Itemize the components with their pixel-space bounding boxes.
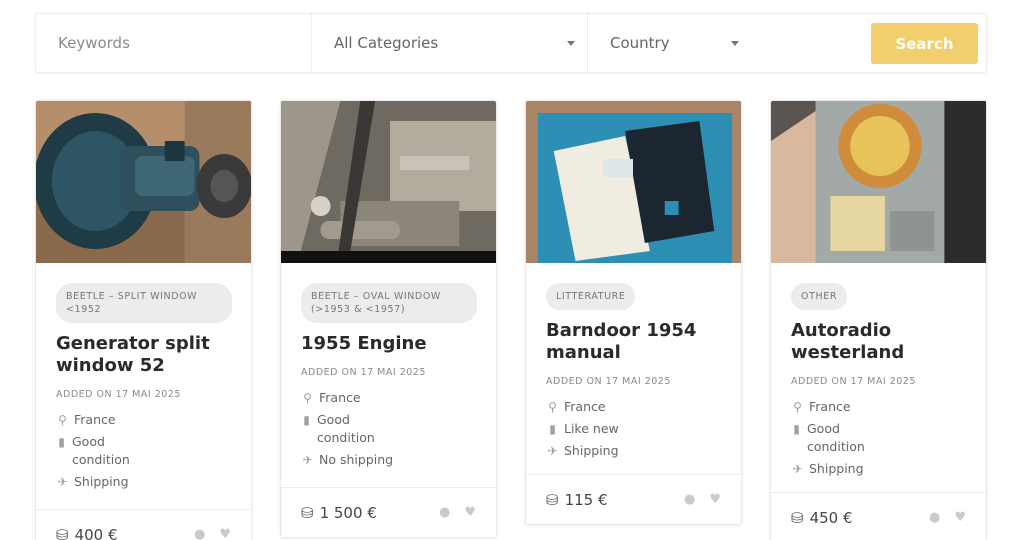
listing-title[interactable]: Autoradio westerland bbox=[791, 320, 966, 364]
plane-icon: ✈ bbox=[57, 475, 68, 489]
chevron-down-icon bbox=[567, 41, 575, 46]
comment-icon[interactable]: ● bbox=[194, 527, 205, 540]
listing-image[interactable] bbox=[281, 101, 496, 263]
listing-card[interactable]: BEETLE – OVAL WINDOW (>1953 & <1957) 195… bbox=[280, 100, 497, 538]
plane-icon: ✈ bbox=[547, 444, 558, 458]
added-date: ADDED ON 17 MAI 2025 bbox=[791, 376, 916, 387]
bookmark-icon: ▮ bbox=[549, 422, 556, 436]
price: ⛁ 400 € bbox=[56, 526, 118, 540]
price: ⛁ 115 € bbox=[546, 491, 608, 509]
condition-label: Good condition bbox=[806, 421, 865, 454]
bookmark-icon: ▮ bbox=[303, 413, 310, 427]
location: ⚲ France bbox=[791, 398, 891, 416]
listing-image[interactable] bbox=[771, 101, 986, 263]
search-location-icon: ⚲ bbox=[548, 400, 557, 414]
price-value: 400 € bbox=[74, 525, 118, 540]
shipping: ✈ Shipping bbox=[546, 442, 721, 460]
listing-image[interactable] bbox=[36, 101, 251, 263]
category-badge[interactable]: BEETLE – SPLIT WINDOW <1952 bbox=[56, 283, 232, 323]
listing-card[interactable]: LITTERATURE Barndoor 1954 manual ADDED O… bbox=[525, 100, 742, 525]
condition: ▮ Like new bbox=[546, 420, 642, 438]
location: ⚲ France bbox=[546, 398, 646, 416]
keywords-field[interactable] bbox=[36, 14, 312, 72]
location: ⚲ France bbox=[301, 389, 401, 407]
condition: ▮ Good condition bbox=[301, 411, 397, 447]
category-badge[interactable]: OTHER bbox=[791, 283, 848, 310]
shipping-label: Shipping bbox=[74, 474, 129, 489]
heart-icon[interactable]: ♥ bbox=[464, 505, 476, 520]
condition-label: Good condition bbox=[71, 434, 130, 467]
coins-icon: ⛁ bbox=[546, 490, 559, 509]
bookmark-icon: ▮ bbox=[58, 435, 65, 449]
coins-icon: ⛁ bbox=[791, 508, 804, 527]
location: ⚲ France bbox=[56, 411, 156, 429]
added-date: ADDED ON 17 MAI 2025 bbox=[56, 389, 181, 400]
heart-icon[interactable]: ♥ bbox=[219, 527, 231, 540]
shipping: ✈ No shipping bbox=[301, 451, 401, 469]
category-badge[interactable]: BEETLE – OVAL WINDOW (>1953 & <1957) bbox=[301, 283, 477, 323]
country-select-value: Country bbox=[610, 34, 670, 52]
listing-card[interactable]: BEETLE – SPLIT WINDOW <1952 Generator sp… bbox=[35, 100, 252, 540]
price: ⛁ 1 500 € bbox=[301, 504, 377, 522]
category-select-value: All Categories bbox=[334, 34, 439, 52]
chevron-down-icon bbox=[731, 41, 739, 46]
added-date: ADDED ON 17 MAI 2025 bbox=[546, 376, 671, 387]
condition-label: Like new bbox=[564, 421, 619, 436]
search-location-icon: ⚲ bbox=[303, 391, 312, 405]
plane-icon: ✈ bbox=[302, 453, 313, 467]
plane-icon: ✈ bbox=[792, 462, 803, 476]
price-value: 450 € bbox=[809, 508, 853, 527]
search-bar: All Categories Country Search bbox=[35, 13, 987, 73]
shipping: ✈ Shipping bbox=[791, 460, 966, 478]
keywords-input[interactable] bbox=[58, 34, 298, 52]
country-select[interactable]: Country bbox=[588, 14, 872, 72]
listing-title[interactable]: Generator split window 52 bbox=[56, 333, 231, 377]
comment-icon[interactable]: ● bbox=[439, 505, 450, 520]
search-location-icon: ⚲ bbox=[793, 400, 802, 414]
search-location-icon: ⚲ bbox=[58, 413, 67, 427]
condition-label: Good condition bbox=[316, 412, 375, 445]
price-value: 115 € bbox=[564, 490, 608, 509]
location-label: France bbox=[74, 412, 116, 427]
heart-icon[interactable]: ♥ bbox=[954, 510, 966, 525]
price: ⛁ 450 € bbox=[791, 509, 853, 527]
listing-title[interactable]: Barndoor 1954 manual bbox=[546, 320, 721, 364]
listing-title[interactable]: 1955 Engine bbox=[301, 333, 476, 355]
listing-card[interactable]: OTHER Autoradio westerland ADDED ON 17 M… bbox=[770, 100, 987, 540]
shipping-label: Shipping bbox=[809, 461, 864, 476]
coins-icon: ⛁ bbox=[301, 503, 314, 522]
heart-icon[interactable]: ♥ bbox=[709, 492, 721, 507]
comment-icon[interactable]: ● bbox=[929, 510, 940, 525]
location-label: France bbox=[809, 399, 851, 414]
shipping: ✈ Shipping bbox=[56, 473, 231, 491]
search-button[interactable]: Search bbox=[871, 23, 978, 64]
location-label: France bbox=[319, 390, 361, 405]
price-value: 1 500 € bbox=[319, 503, 377, 522]
added-date: ADDED ON 17 MAI 2025 bbox=[301, 367, 426, 378]
listing-image[interactable] bbox=[526, 101, 741, 263]
shipping-label: No shipping bbox=[319, 452, 394, 467]
comment-icon[interactable]: ● bbox=[684, 492, 695, 507]
bookmark-icon: ▮ bbox=[793, 422, 800, 436]
location-label: France bbox=[564, 399, 606, 414]
category-badge[interactable]: LITTERATURE bbox=[546, 283, 636, 310]
coins-icon: ⛁ bbox=[56, 525, 69, 540]
shipping-label: Shipping bbox=[564, 443, 619, 458]
condition: ▮ Good condition bbox=[791, 420, 887, 456]
category-select[interactable]: All Categories bbox=[312, 14, 588, 72]
condition: ▮ Good condition bbox=[56, 433, 152, 469]
